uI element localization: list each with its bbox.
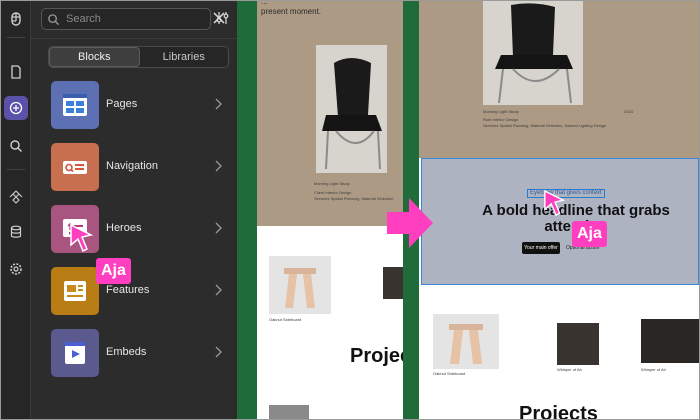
database-icon[interactable] (4, 220, 28, 244)
chair-photo (483, 1, 583, 105)
panel-tabs: Blocks Libraries (48, 46, 229, 68)
frame-divider (237, 1, 257, 419)
figma-logo-icon[interactable] (4, 7, 28, 31)
block-item-pages[interactable]: Pages (51, 81, 231, 129)
pages-icon (51, 81, 99, 129)
features-icon (51, 267, 99, 315)
block-item-navigation[interactable]: Navigation (51, 143, 231, 191)
project-hero-section: Morning Light Study 2024 Role Interior De… (419, 1, 699, 158)
cabinet-photo (641, 319, 699, 363)
collaborator-cursor-tag: Aja (572, 221, 607, 247)
insert-icon[interactable] (4, 96, 28, 120)
intro-text: ... present moment. (261, 1, 322, 16)
canvas-frame-before: ... present moment. Morning Light Study … (257, 1, 403, 419)
stool-photo (269, 256, 331, 314)
insert-panel: Search Blocks Libraries Pages Navigation… (31, 1, 237, 419)
block-item-label: Embeds (106, 346, 147, 358)
search-input[interactable]: Search (41, 8, 211, 30)
screenshot-stage: Search Blocks Libraries Pages Navigation… (0, 0, 700, 420)
navigation-icon (51, 143, 99, 191)
block-item-embeds[interactable]: Embeds (51, 329, 231, 377)
project-thumb (269, 405, 309, 419)
tab-libraries[interactable]: Libraries (140, 47, 229, 67)
project-meta: Morning Light Study 2024 Role Interior De… (483, 109, 633, 128)
embeds-icon (51, 329, 99, 377)
search-icon (48, 14, 60, 26)
tab-blocks[interactable]: Blocks (49, 47, 140, 67)
page-icon[interactable] (4, 60, 28, 84)
components-icon[interactable] (4, 185, 28, 209)
arrow-right-icon (387, 198, 433, 248)
projects-heading: Projects (519, 403, 598, 420)
cursor-arrow-icon (70, 223, 94, 253)
cabinet-caption: Whisper of Air (641, 367, 666, 372)
lamp-photo (383, 267, 403, 299)
rail-divider (7, 37, 25, 38)
inserted-hero-section[interactable]: Eyebrow that gives context A bold headli… (421, 158, 699, 285)
close-icon[interactable] (211, 10, 227, 26)
block-item-label: Heroes (106, 222, 142, 234)
project-meta: Morning Light Study Client Interior Desi… (314, 181, 394, 201)
stool-photo (433, 314, 499, 369)
panel-divider (31, 38, 237, 39)
chevron-right-icon (215, 160, 222, 172)
chevron-right-icon (215, 346, 222, 358)
canvas-frame-after: Morning Light Study 2024 Role Interior De… (419, 1, 699, 420)
stool-caption: Oaknut Sideboard (269, 317, 302, 322)
projects-heading: Projec (350, 345, 403, 367)
left-rail (1, 1, 31, 419)
block-item-features[interactable]: Features (51, 267, 231, 315)
settings-icon[interactable] (4, 257, 28, 281)
search-placeholder: Search (66, 13, 101, 25)
rail-divider (7, 169, 25, 170)
block-item-label: Navigation (106, 160, 158, 172)
block-item-label: Pages (106, 98, 138, 110)
chevron-right-icon (215, 98, 222, 110)
chevron-right-icon (215, 284, 222, 296)
project-hero-section: ... present moment. Morning Light Study … (257, 1, 403, 226)
lamp-photo (557, 323, 599, 365)
chair-photo (316, 45, 387, 173)
collaborator-cursor-tag: Aja (96, 258, 131, 284)
stool-caption: Oaknut Sideboard (433, 371, 466, 376)
lamp-caption: Whisper of Air (557, 367, 582, 372)
search-icon[interactable] (4, 134, 28, 158)
block-item-label: Features (106, 284, 150, 296)
cursor-arrow-icon (544, 189, 566, 216)
primary-button[interactable]: Your main offer (522, 242, 560, 254)
chevron-right-icon (215, 222, 222, 234)
